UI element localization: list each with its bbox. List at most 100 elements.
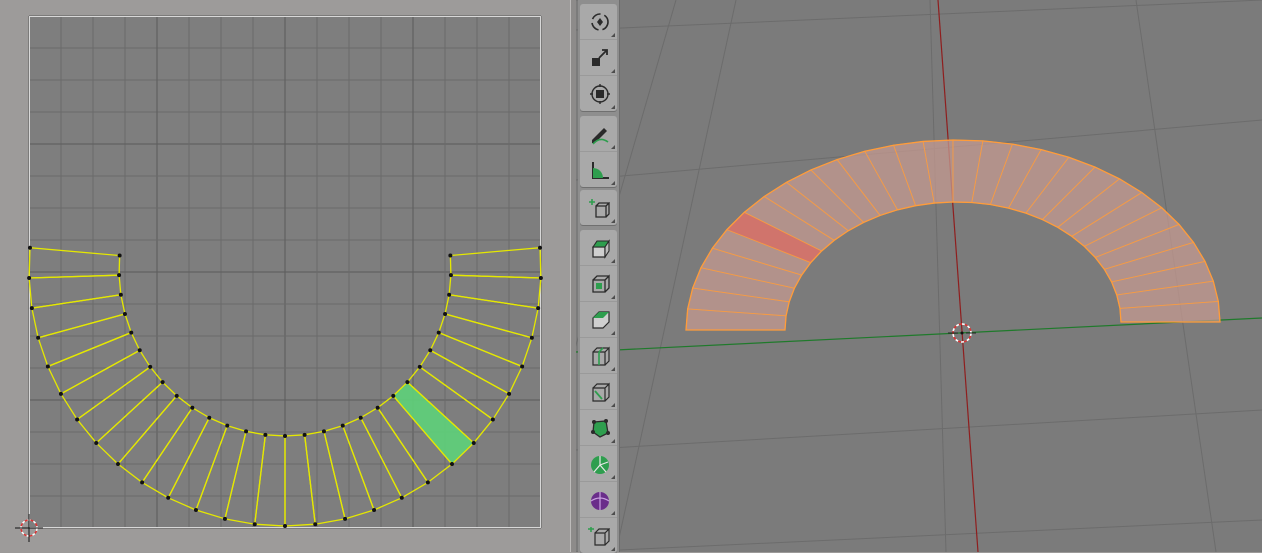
uv-vertex[interactable] bbox=[507, 391, 512, 396]
cursor-center bbox=[960, 331, 964, 335]
viewport-mesh[interactable] bbox=[685, 139, 1221, 331]
measure-tool-button[interactable] bbox=[580, 152, 617, 187]
uv-vertex[interactable] bbox=[520, 364, 525, 369]
transform-tool-button[interactable] bbox=[580, 76, 617, 111]
uv-vertex[interactable] bbox=[449, 462, 454, 467]
measure-tool-icon bbox=[592, 162, 609, 179]
uv-vertex[interactable] bbox=[399, 495, 404, 500]
uv-vertex[interactable] bbox=[58, 391, 63, 396]
uv-vertex[interactable] bbox=[174, 393, 179, 398]
floor-grid-line bbox=[576, 519, 1262, 552]
uv-vertex[interactable] bbox=[425, 480, 430, 485]
uv-vertex[interactable] bbox=[117, 273, 122, 278]
uv-vertex[interactable] bbox=[148, 364, 153, 369]
uv-vertex[interactable] bbox=[405, 380, 410, 385]
viewport-canvas[interactable] bbox=[576, 0, 1262, 552]
uv-vertex[interactable] bbox=[160, 380, 165, 385]
uv-vertex[interactable] bbox=[244, 429, 249, 434]
uv-vertex[interactable] bbox=[536, 306, 541, 311]
tool-group bbox=[580, 230, 617, 553]
uv-vertex[interactable] bbox=[190, 405, 195, 410]
floor-grid-line bbox=[576, 0, 1262, 31]
scale-tool-button[interactable] bbox=[580, 40, 617, 76]
inset-faces-tool-icon bbox=[592, 274, 610, 293]
rotate-tool-button[interactable] bbox=[580, 4, 617, 40]
inset-faces-tool-button[interactable] bbox=[580, 266, 617, 302]
uv-vertex[interactable] bbox=[252, 522, 257, 527]
uv-vertex[interactable] bbox=[129, 330, 134, 335]
uv-vertex[interactable] bbox=[27, 245, 32, 250]
uv-vertex[interactable] bbox=[490, 417, 495, 422]
uv-vertex[interactable] bbox=[436, 330, 441, 335]
poly-build-tool-button[interactable] bbox=[580, 410, 617, 446]
tool-options-indicator bbox=[611, 331, 615, 335]
uv-vertex[interactable] bbox=[207, 415, 212, 420]
smooth-tool-icon bbox=[590, 492, 610, 510]
tool-options-indicator bbox=[611, 33, 615, 37]
uv-vertex[interactable] bbox=[538, 275, 543, 280]
uv-editor-panel[interactable] bbox=[0, 0, 570, 552]
uv-vertex[interactable] bbox=[27, 275, 32, 280]
uv-vertex[interactable] bbox=[222, 516, 227, 521]
loop-cut-tool-button[interactable] bbox=[580, 338, 617, 374]
uv-vertex[interactable] bbox=[36, 335, 41, 340]
uv-editor-canvas[interactable] bbox=[0, 0, 570, 552]
scale-tool-icon bbox=[592, 49, 608, 66]
uv-vertex[interactable] bbox=[29, 306, 34, 311]
add-cube-tool-button[interactable] bbox=[580, 190, 617, 225]
tool-group bbox=[580, 116, 617, 187]
uv-vertex[interactable] bbox=[94, 440, 99, 445]
uv-vertex[interactable] bbox=[45, 364, 50, 369]
uv-vertex[interactable] bbox=[137, 348, 142, 353]
uv-vertex[interactable] bbox=[225, 423, 230, 428]
annotate-tool-button[interactable] bbox=[580, 116, 617, 152]
uv-vertex[interactable] bbox=[193, 508, 198, 513]
uv-vertex[interactable] bbox=[417, 364, 422, 369]
tool-options-indicator bbox=[611, 475, 615, 479]
uv-vertex[interactable] bbox=[117, 253, 122, 258]
spin-tool-button[interactable] bbox=[580, 446, 617, 482]
tool-options-indicator bbox=[611, 403, 615, 407]
uv-vertex[interactable] bbox=[140, 480, 145, 485]
uv-vertex[interactable] bbox=[313, 522, 318, 527]
uv-vertex[interactable] bbox=[122, 311, 127, 316]
uv-vertex[interactable] bbox=[375, 405, 380, 410]
uv-vertex[interactable] bbox=[447, 292, 452, 297]
uv-vertex[interactable] bbox=[529, 335, 534, 340]
uv-vertex[interactable] bbox=[75, 417, 80, 422]
spin-tool-icon bbox=[591, 456, 609, 474]
uv-vertex[interactable] bbox=[448, 253, 453, 258]
uv-vertex[interactable] bbox=[118, 292, 123, 297]
tool-group bbox=[580, 4, 617, 111]
uv-vertex[interactable] bbox=[372, 508, 377, 513]
3d-viewport[interactable] bbox=[576, 0, 1262, 552]
knife-tool-button[interactable] bbox=[580, 374, 617, 410]
floor-grid-line bbox=[576, 409, 1262, 451]
uv-vertex[interactable] bbox=[321, 429, 326, 434]
annotate-tool-icon bbox=[592, 128, 609, 145]
uv-vertex[interactable] bbox=[443, 311, 448, 316]
uv-vertex[interactable] bbox=[166, 495, 171, 500]
uv-vertex[interactable] bbox=[448, 273, 453, 278]
smooth-tool-button[interactable] bbox=[580, 482, 617, 518]
uv-vertex[interactable] bbox=[302, 432, 307, 437]
uv-vertex[interactable] bbox=[283, 524, 287, 528]
uv-vertex[interactable] bbox=[358, 415, 363, 420]
bevel-tool-icon bbox=[592, 311, 610, 329]
uv-vertex[interactable] bbox=[340, 423, 345, 428]
rotate-tool-icon bbox=[591, 13, 609, 31]
uv-vertex[interactable] bbox=[471, 440, 476, 445]
uv-vertex[interactable] bbox=[538, 245, 543, 250]
shear-tool-button[interactable] bbox=[580, 518, 617, 553]
bevel-tool-button[interactable] bbox=[580, 302, 617, 338]
uv-vertex[interactable] bbox=[283, 434, 287, 438]
uv-vertex[interactable] bbox=[391, 393, 396, 398]
uv-vertex[interactable] bbox=[116, 462, 121, 467]
uv-vertex[interactable] bbox=[263, 432, 268, 437]
knife-tool-icon bbox=[592, 382, 610, 402]
uv-vertex[interactable] bbox=[428, 348, 433, 353]
transform-tool-icon bbox=[590, 84, 610, 104]
extrude-region-tool-button[interactable] bbox=[580, 230, 617, 266]
viewport-toolbar bbox=[578, 0, 620, 553]
uv-vertex[interactable] bbox=[343, 516, 348, 521]
